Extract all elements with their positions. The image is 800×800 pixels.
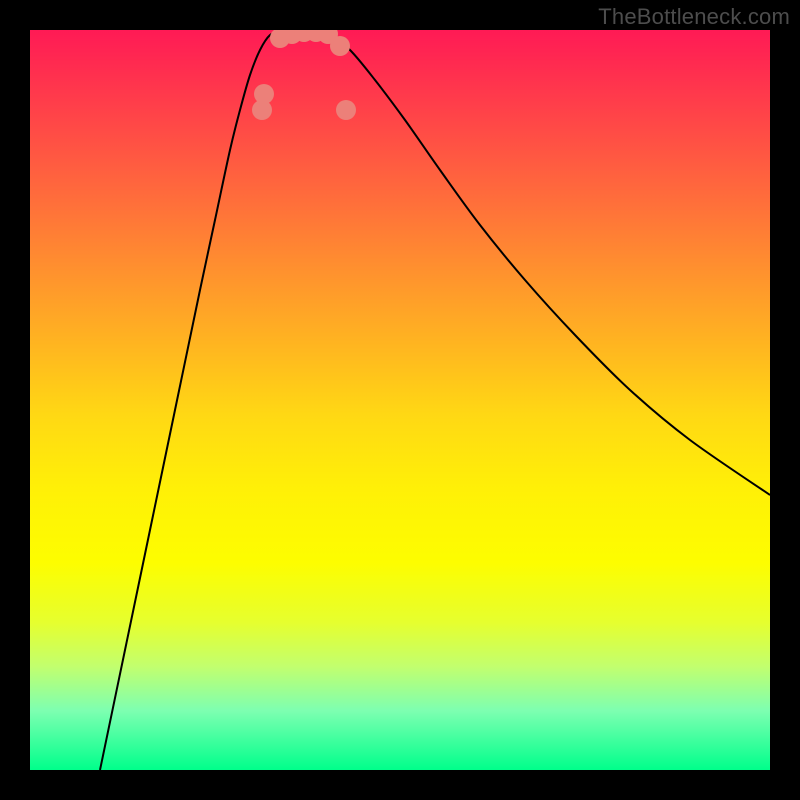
marker-point [254,84,274,104]
outer-frame: TheBottleneck.com [0,0,800,800]
curve-left-branch [100,30,300,770]
chart-svg [30,30,770,770]
watermark-text: TheBottleneck.com [598,4,790,30]
plot-area [30,30,770,770]
marker-point [330,36,350,56]
curve-right-branch [310,30,770,495]
marker-point [336,100,356,120]
